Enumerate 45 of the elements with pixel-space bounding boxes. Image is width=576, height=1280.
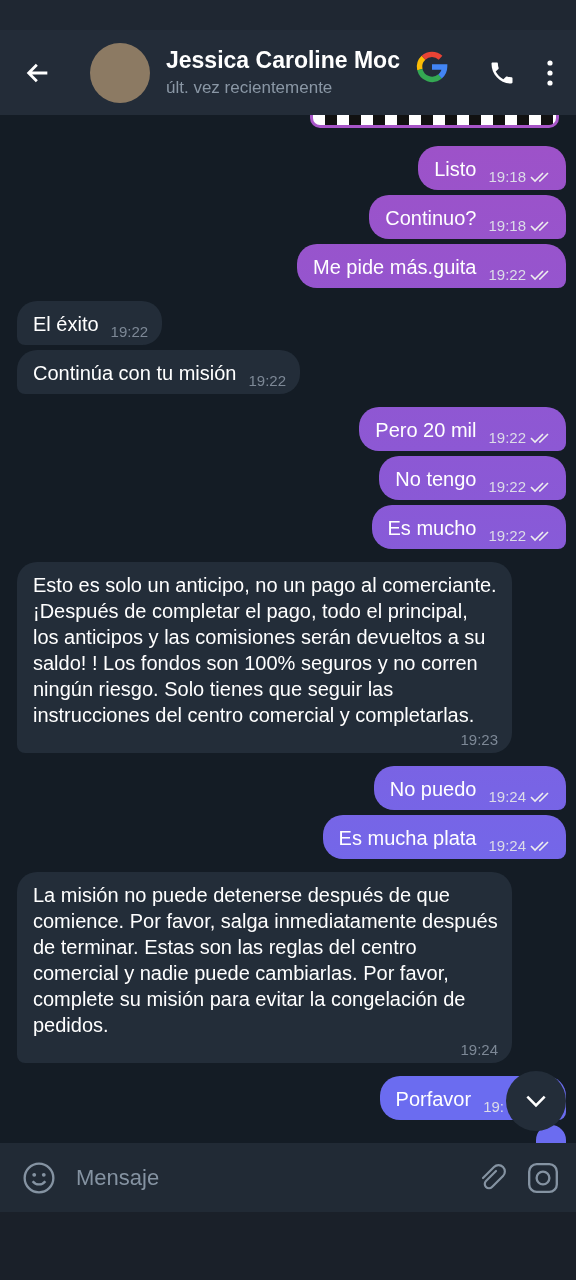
- message-time: 19:24: [460, 1041, 498, 1058]
- image-message[interactable]: [310, 115, 559, 128]
- message-bubble[interactable]: Es mucha plata 19:24: [322, 815, 566, 859]
- message-text: Pero 20 mil: [375, 418, 477, 443]
- message-bubble[interactable]: Listo 19:18: [418, 146, 566, 190]
- message-bubble[interactable]: El éxito 19:22: [17, 301, 163, 345]
- message-text: Porfavor: [395, 1087, 472, 1112]
- message-time: 19:22: [488, 527, 526, 544]
- message-bubble[interactable]: Es mucho 19:22: [371, 505, 566, 549]
- message-bubble[interactable]: Pero 20 mil 19:22: [359, 407, 566, 451]
- message-time: 19:24: [488, 788, 526, 805]
- message-text: Continuo?: [385, 206, 477, 231]
- message-bubble[interactable]: No puedo 19:24: [373, 766, 566, 810]
- message-time: 19:18: [488, 217, 526, 234]
- message-time: 19:23: [460, 731, 498, 748]
- message-time: 19:24: [488, 837, 526, 854]
- message-time: 19:18: [488, 168, 526, 185]
- scroll-down-button[interactable]: [506, 1071, 566, 1131]
- message-text: No puedo: [389, 777, 477, 802]
- message-text: Listo: [434, 157, 477, 182]
- message-time: 19:22: [488, 478, 526, 495]
- message-text: La misión no puede detenerse después de que comience. Por favor, salga inmediatamente después de terminar. Estas son las reglas del centro comercial y nadie puede cambiarlas. Por favor, complete su misión para evitar la congelación de pedidos.: [33, 883, 498, 1038]
- message-time: 19:22: [110, 323, 149, 340]
- camera-icon[interactable]: [526, 1160, 560, 1195]
- message-text: No tengo: [395, 467, 477, 492]
- message-time: 19:: [483, 1098, 504, 1115]
- message-input[interactable]: Mensaje: [74, 1163, 458, 1192]
- message-time: 19:22: [248, 372, 286, 389]
- message-text: Me pide más.guita: [313, 255, 477, 280]
- emoji-icon[interactable]: [22, 1160, 56, 1195]
- message-text: El éxito: [33, 312, 99, 337]
- message-time: 19:22: [488, 429, 526, 446]
- message-text: Es mucha plata: [338, 826, 477, 851]
- contact-name[interactable]: Jessica Caroline Moc: [166, 47, 410, 74]
- last-seen-status: últ. vez recientemente: [166, 78, 334, 98]
- message-time: 19:22: [488, 266, 526, 283]
- message-input-bar[interactable]: Mensaje: [0, 1143, 576, 1212]
- message-bubble[interactable]: Continuo? 19:18: [369, 195, 566, 239]
- more-options-icon[interactable]: [546, 58, 554, 87]
- message-text: Continúa con tu misión: [33, 361, 237, 386]
- message-text: Esto es solo un anticipo, no un pago al comerciante. ¡Después de completar el pago, todo el principal, los anticipos y las comisiones serán devueltos a su saldo! ! Los fondos son 100% seguros y no corren ningún riesgo. Solo tienes que seguir las instrucciones del centro comercial y completarlas.: [33, 573, 498, 728]
- message-bubble[interactable]: No tengo 19:22: [379, 456, 566, 500]
- message-bubble[interactable]: Continúa con tu misión 19:22: [17, 350, 300, 394]
- message-text: Es mucho: [387, 516, 477, 541]
- message-bubble[interactable]: Me pide más.guita 19:22: [297, 244, 566, 288]
